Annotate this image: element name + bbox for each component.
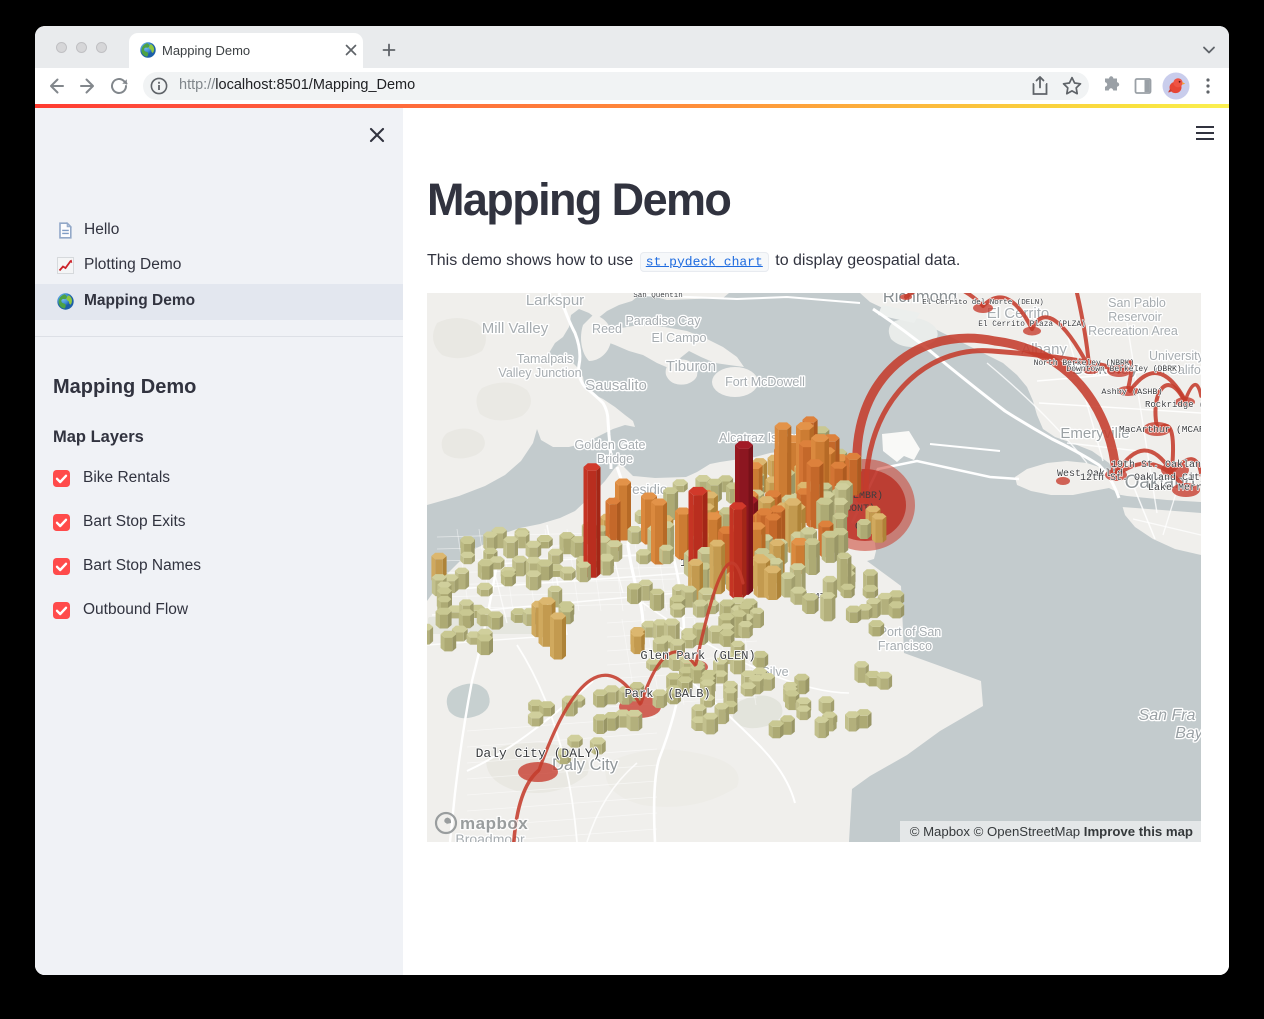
svg-text:El Cerrito del Norte (DELN): El Cerrito del Norte (DELN): [922, 299, 1044, 307]
svg-text:Lake Merri: Lake Merri: [1148, 482, 1201, 494]
svg-text:Port of San: Port of San: [879, 625, 942, 639]
svg-text:San Quentin: San Quentin: [633, 293, 683, 300]
svg-text:Bay: Bay: [1175, 725, 1201, 742]
svg-text:Paradise Cay: Paradise Cay: [625, 314, 701, 328]
svg-text:19th St. Oaklan: 19th St. Oaklan: [1111, 459, 1201, 471]
svg-text:Rockridge (RO: Rockridge (RO: [1145, 400, 1201, 410]
svg-text:Francisco: Francisco: [878, 639, 932, 653]
svg-text:Glen Park (GLEN): Glen Park (GLEN): [640, 649, 755, 663]
svg-text:Fort McDowell: Fort McDowell: [725, 375, 805, 389]
svg-text:Valley Junction: Valley Junction: [498, 366, 581, 380]
svg-text:Mill Valley: Mill Valley: [482, 320, 549, 337]
svg-text:(BALB): (BALB): [667, 687, 710, 701]
svg-text:San Fra: San Fra: [1139, 707, 1196, 724]
svg-text:Recreation Area: Recreation Area: [1088, 324, 1178, 338]
svg-text:MacArthur (MCART: MacArthur (MCART: [1119, 424, 1201, 435]
svg-text:Tamalpais: Tamalpais: [517, 352, 573, 366]
svg-text:Golden Gate: Golden Gate: [575, 438, 646, 452]
svg-text:Reservoir: Reservoir: [1108, 310, 1162, 324]
svg-text:Reed: Reed: [592, 322, 622, 336]
svg-text:San Pablo: San Pablo: [1108, 296, 1166, 310]
svg-text:El Cerrito Plaza (PLZA): El Cerrito Plaza (PLZA): [978, 321, 1086, 329]
svg-text:Sausalito: Sausalito: [585, 377, 647, 394]
svg-text:Daly City (DALY): Daly City (DALY): [476, 746, 601, 761]
svg-text:University: University: [1149, 349, 1201, 363]
svg-text:Larkspur: Larkspur: [526, 293, 584, 309]
svg-text:Tiburon: Tiburon: [666, 358, 716, 375]
svg-text:Bridge: Bridge: [597, 452, 633, 466]
svg-text:mapbox: mapbox: [460, 814, 528, 833]
svg-text:© Mapbox © OpenStreetMap Impro: © Mapbox © OpenStreetMap Improve this ma…: [910, 824, 1193, 839]
svg-text:Downtown Berkeley (DBRK): Downtown Berkeley (DBRK): [1066, 365, 1181, 374]
svg-text:Park: Park: [625, 687, 654, 701]
svg-text:Ashby (ASHB): Ashby (ASHB): [1101, 387, 1162, 397]
svg-text:El Campo: El Campo: [652, 331, 707, 345]
